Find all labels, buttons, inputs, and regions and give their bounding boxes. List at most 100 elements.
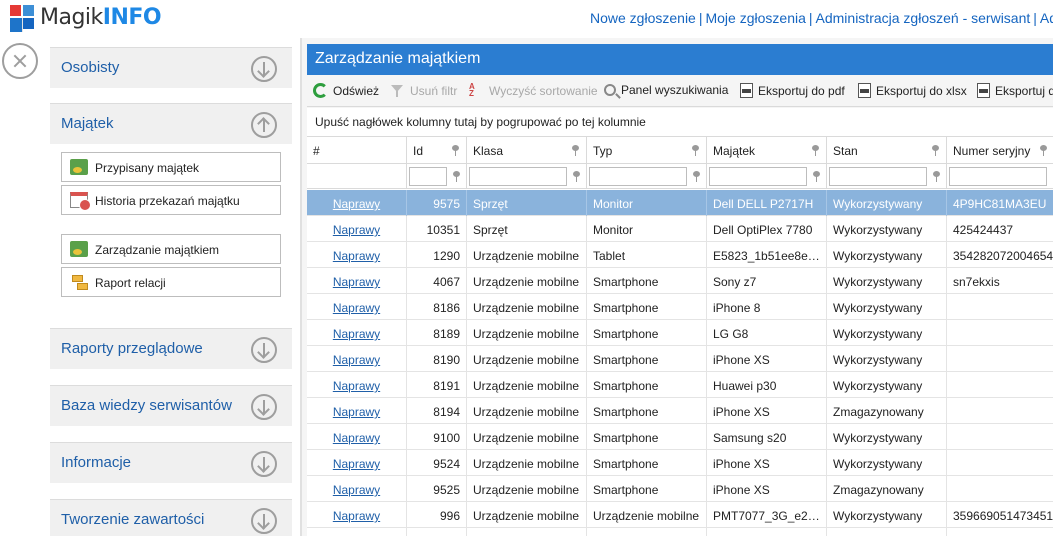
repair-link[interactable]: Naprawy bbox=[307, 424, 407, 450]
cell-asset: iPhone 8 bbox=[707, 294, 827, 320]
cell-serial bbox=[947, 398, 1053, 424]
table-row[interactable]: Naprawy 8191 Urządzenie mobilne Smartphone H… bbox=[307, 372, 1053, 398]
repair-link[interactable]: Naprawy bbox=[307, 450, 407, 476]
clear-sorting-button[interactable]: A Z Wyczyść sortowanie bbox=[469, 83, 598, 98]
repair-link[interactable]: Naprawy bbox=[307, 268, 407, 294]
cell-class: Urządzenie mobilne bbox=[467, 502, 587, 528]
nav-my-tickets[interactable]: Moje zgłoszenia bbox=[705, 10, 805, 26]
table-row[interactable]: Naprawy 8194 Urządzenie mobilne Smartphone i… bbox=[307, 398, 1053, 424]
column-header-label: Typ bbox=[593, 144, 613, 158]
column-header-index[interactable]: # bbox=[307, 137, 407, 164]
sidebar-section-knowledge-base[interactable]: Baza wiedzy serwisantów bbox=[50, 385, 292, 426]
repair-link[interactable]: Naprawy bbox=[307, 294, 407, 320]
column-header-asset[interactable]: Majątek bbox=[707, 137, 827, 164]
table-row[interactable]: Naprawy 9100 Urządzenie mobilne Smartphone S… bbox=[307, 424, 1053, 450]
arrow-down-circle-icon[interactable] bbox=[251, 56, 277, 82]
table-row[interactable]: Naprawy 8190 Urządzenie mobilne Smartphone i… bbox=[307, 346, 1053, 372]
repair-link[interactable]: Naprawy bbox=[307, 242, 407, 268]
cell-id: 10351 bbox=[407, 216, 467, 242]
export-xlsx-button[interactable]: Eksportuj do xlsx bbox=[858, 83, 967, 98]
table-row[interactable]: Naprawy 9524 Urządzenie mobilne Smartphone i… bbox=[307, 450, 1053, 476]
repair-link[interactable] bbox=[307, 528, 407, 536]
column-header-class[interactable]: Klasa bbox=[467, 137, 587, 164]
close-sidebar-icon[interactable] bbox=[2, 43, 38, 79]
table-row[interactable]: Naprawy 9575 Sprzęt Monitor Dell DELL P2717H… bbox=[307, 190, 1053, 216]
column-filter-pin-icon[interactable] bbox=[931, 145, 940, 156]
filter-pin-icon[interactable] bbox=[452, 171, 461, 182]
table-row[interactable]: Naprawy 9525 Urządzenie mobilne Smartphone i… bbox=[307, 476, 1053, 502]
sidebar-section-information[interactable]: Informacje bbox=[50, 442, 292, 483]
sidebar-item-relation-report[interactable]: Raport relacji bbox=[61, 267, 281, 297]
repair-link[interactable]: Naprawy bbox=[307, 346, 407, 372]
arrow-down-circle-icon[interactable] bbox=[251, 508, 277, 534]
repair-link[interactable]: Naprawy bbox=[307, 372, 407, 398]
repair-link[interactable]: Naprawy bbox=[307, 398, 407, 424]
table-row[interactable]: Naprawy 8186 Urządzenie mobilne Smartphone i… bbox=[307, 294, 1053, 320]
repair-link[interactable]: Naprawy bbox=[307, 190, 407, 216]
repair-link[interactable]: Naprawy bbox=[307, 476, 407, 502]
remove-filter-button[interactable]: Usuń filtr bbox=[390, 83, 457, 98]
filter-input-class[interactable] bbox=[469, 167, 567, 186]
table-row[interactable]: Naprawy 1290 Urządzenie mobilne Tablet E5823… bbox=[307, 242, 1053, 268]
nav-new-ticket[interactable]: Nowe zgłoszenie bbox=[590, 10, 696, 26]
sidebar-section-assets[interactable]: Majątek bbox=[50, 103, 292, 144]
column-header-type[interactable]: Typ bbox=[587, 137, 707, 164]
sidebar-section-label: Baza wiedzy serwisantów bbox=[61, 397, 232, 414]
column-header-label: Klasa bbox=[473, 144, 504, 158]
filter-input-serial[interactable] bbox=[949, 167, 1047, 186]
arrow-up-circle-icon[interactable] bbox=[251, 112, 277, 138]
table-row[interactable]: Naprawy 4067 Urządzenie mobilne Smartphone S… bbox=[307, 268, 1053, 294]
filter-pin-icon[interactable] bbox=[692, 171, 701, 182]
filter-input-type[interactable] bbox=[589, 167, 687, 186]
cell-class: Urządzenie mobilne bbox=[467, 294, 587, 320]
column-filter-pin-icon[interactable] bbox=[691, 145, 700, 156]
asset-management-panel: Zarządzanie majątkiem Odśwież Usuń filtr… bbox=[300, 38, 1053, 536]
nav-ticket-admin[interactable]: Administracja zgłoszeń - serwisant bbox=[816, 10, 1031, 26]
repair-link[interactable]: Naprawy bbox=[307, 502, 407, 528]
search-panel-button[interactable]: Panel wyszukiwania bbox=[604, 83, 728, 97]
sidebar-item-assigned-assets[interactable]: Przypisany majątek bbox=[61, 152, 281, 182]
column-filter-pin-icon[interactable] bbox=[571, 145, 580, 156]
arrow-down-circle-icon[interactable] bbox=[251, 451, 277, 477]
filter-input-status[interactable] bbox=[829, 167, 927, 186]
refresh-button[interactable]: Odśwież bbox=[313, 83, 379, 98]
export-pdf-button[interactable]: Eksportuj do pdf bbox=[740, 83, 845, 98]
column-filter-pin-icon[interactable] bbox=[451, 145, 460, 156]
column-header-status[interactable]: Stan bbox=[827, 137, 947, 164]
nav-more[interactable]: Ad bbox=[1040, 10, 1053, 26]
column-filter-pin-icon[interactable] bbox=[811, 145, 820, 156]
export-more-button[interactable]: Eksportuj d bbox=[977, 83, 1053, 98]
table-row[interactable]: Naprawy 8189 Urządzenie mobilne Smartphone L… bbox=[307, 320, 1053, 346]
sidebar-item-transfer-history[interactable]: Historia przekazań majątku bbox=[61, 185, 281, 215]
cell-type: Urządzenie mobilne bbox=[587, 502, 707, 528]
filter-pin-icon[interactable] bbox=[932, 171, 941, 182]
repair-link[interactable]: Naprawy bbox=[307, 320, 407, 346]
column-header-serial[interactable]: Numer seryjny bbox=[947, 137, 1053, 164]
column-filter-pin-icon[interactable] bbox=[1039, 145, 1048, 156]
filter-pin-icon[interactable] bbox=[572, 171, 581, 182]
app-logo[interactable]: MagikINFO bbox=[10, 2, 162, 32]
sidebar-section-label: Tworzenie zawartości bbox=[61, 511, 205, 528]
arrow-down-circle-icon[interactable] bbox=[251, 337, 277, 363]
sidebar-item-label: Zarządzanie majątkiem bbox=[95, 243, 220, 257]
table-row[interactable]: Naprawy 10351 Sprzęt Monitor Dell OptiPlex 7… bbox=[307, 216, 1053, 242]
filter-input-id[interactable] bbox=[409, 167, 447, 186]
sidebar-section-content-creation[interactable]: Tworzenie zawartości bbox=[50, 499, 292, 536]
column-header-id[interactable]: Id bbox=[407, 137, 467, 164]
filter-input-asset[interactable] bbox=[709, 167, 807, 186]
arrow-down-circle-icon[interactable] bbox=[251, 394, 277, 420]
repair-link[interactable]: Naprawy bbox=[307, 216, 407, 242]
cell-id bbox=[407, 528, 467, 536]
group-by-drop-zone[interactable]: Upuść nagłówek kolumny tutaj by pogrupow… bbox=[307, 108, 1053, 137]
refresh-icon bbox=[313, 83, 328, 98]
sidebar-item-asset-management[interactable]: Zarządzanie majątkiem bbox=[61, 234, 281, 264]
sidebar-section-reports[interactable]: Raporty przeglądowe bbox=[50, 328, 292, 369]
cell-serial bbox=[947, 346, 1053, 372]
filter-pin-icon[interactable] bbox=[812, 171, 821, 182]
calendar-history-icon bbox=[70, 192, 91, 211]
table-row[interactable]: Naprawy 996 Urządzenie mobilne Urządzenie m… bbox=[307, 502, 1053, 528]
table-row[interactable] bbox=[307, 528, 1053, 536]
cell-id: 9525 bbox=[407, 476, 467, 502]
cell-status: Wykorzystywany bbox=[827, 320, 947, 346]
sidebar-section-personal[interactable]: Osobisty bbox=[50, 47, 292, 88]
